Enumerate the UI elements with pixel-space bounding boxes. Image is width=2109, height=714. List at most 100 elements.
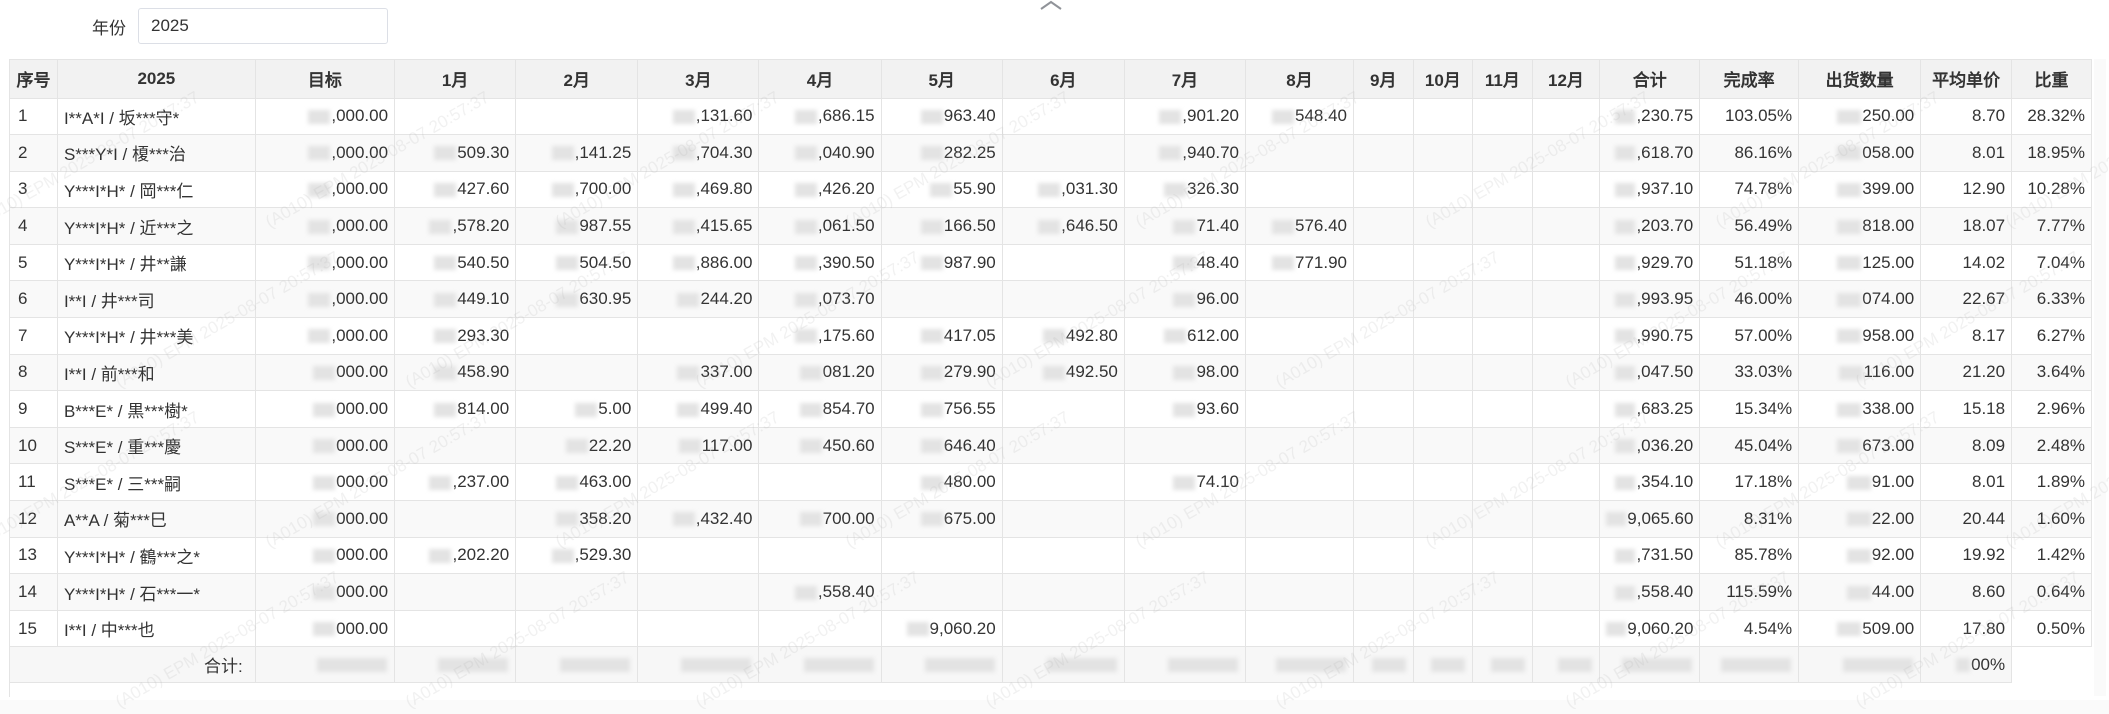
- average-price-cell: 17.80: [1920, 610, 2013, 648]
- table-row[interactable]: 15 I**I / 中***也 000.00 9,060.20 9,060.20 4.54…: [10, 610, 2092, 648]
- row-index-cell-value: 7: [18, 325, 28, 345]
- redacted-mask: [1837, 622, 1862, 637]
- table-row[interactable]: 12 A**A / 菊***巳 000.00 358.20 ,432.40 700.00 6…: [10, 500, 2092, 538]
- table-row[interactable]: 2 S***Y*I / 榎***治 ,000.00 509.30 ,141.25 ,704…: [10, 134, 2092, 172]
- chevron-up-icon[interactable]: [1036, 0, 1066, 16]
- completion-rate-cell-value: 33.03%: [1734, 362, 1793, 382]
- amount-cell-value: 000.00: [336, 362, 389, 382]
- average-price-cell-value: 18.07: [1962, 216, 2006, 236]
- share-cell: 6.27%: [2011, 317, 2092, 355]
- amount-cell: [1124, 427, 1247, 465]
- column-header[interactable]: 完成率: [1699, 60, 1800, 99]
- column-header[interactable]: 12月: [1532, 60, 1601, 99]
- column-header[interactable]: 出货数量: [1798, 60, 1922, 99]
- table-row[interactable]: 13 Y***I*H* / 鶴***之* 000.00 ,202.20 ,529.30,…: [10, 537, 2092, 575]
- amount-cell: 98.00: [1124, 354, 1247, 392]
- column-header[interactable]: 序号: [10, 60, 58, 99]
- year-input[interactable]: [138, 8, 388, 44]
- column-header[interactable]: 10月: [1413, 60, 1474, 99]
- completion-rate-cell: 17.18%: [1699, 463, 1800, 502]
- amount-cell-value: 337.00: [700, 362, 753, 382]
- customer-name-cell: S***E* / 三***嗣: [57, 463, 256, 502]
- table-row[interactable]: 5 Y***I*H* / 井**謙 ,000.00 540.50 504.50 ,886.…: [10, 244, 2092, 282]
- table-row[interactable]: 11 S***E* / 三***嗣 000.00 ,237.00 463.00 480.0…: [10, 463, 2092, 502]
- completion-rate-cell: 85.78%: [1699, 537, 1800, 575]
- redacted-mask: [1173, 219, 1196, 234]
- amount-cell: [758, 537, 882, 575]
- amount-cell: 74.10: [1124, 463, 1247, 502]
- table-row[interactable]: 1 I**A*I / 坂***守* ,000.00 ,131.60 ,686.15 963…: [10, 98, 2092, 136]
- redacted-mask: [799, 439, 822, 454]
- column-header[interactable]: 平均单价: [1920, 60, 2013, 99]
- redacted-mask: [1272, 109, 1294, 124]
- table-row[interactable]: 7 Y***I*H* / 井***美 ,000.00 293.30 ,175.60 417…: [10, 317, 2092, 355]
- table-row[interactable]: 10 S***E* / 重***慶 000.00 22.20 117.00 450.60 6…: [10, 427, 2092, 465]
- amount-cell: ,175.60: [758, 317, 882, 355]
- footer-total-cell: [1245, 646, 1354, 684]
- table-row[interactable]: 14 Y***I*H* / 石***一* 000.00 ,558.40 ,558.40 1…: [10, 573, 2092, 611]
- amount-cell: [881, 280, 1003, 319]
- customer-name-cell-value: S***Y*I / 榎***治: [63, 145, 186, 165]
- empty-month-cell: [1413, 390, 1474, 428]
- amount-cell-value: ,940.70: [1182, 142, 1239, 162]
- total-cell-value: ,047.50: [1636, 362, 1694, 382]
- column-header[interactable]: 3月: [637, 60, 760, 99]
- row-index-cell-value: 11: [18, 472, 36, 492]
- table-row[interactable]: 3 Y***I*H* / 岡***仁 ,000.00 427.60 ,700.00 ,46…: [10, 171, 2092, 209]
- average-price-cell-value: 19.92: [1962, 545, 2006, 565]
- horizontal-scrollbar[interactable]: [0, 700, 2109, 714]
- amount-cell-value: 96.00: [1196, 289, 1239, 309]
- redacted-mask: [1846, 585, 1871, 600]
- amount-cell: ,000.00: [255, 171, 396, 209]
- column-header[interactable]: 比重: [2011, 60, 2092, 99]
- amount-cell-value: 166.50: [943, 216, 996, 236]
- amount-cell-value: ,700.00: [574, 179, 632, 199]
- table-row[interactable]: 4 Y***I*H* / 近***之 ,000.00 ,578.20 987.55 ,41…: [10, 207, 2092, 245]
- row-index-cell: 1: [10, 98, 58, 136]
- amount-cell-value: 987.90: [943, 252, 996, 272]
- redacted-mask: [672, 146, 695, 161]
- empty-month-cell: [1353, 390, 1414, 428]
- column-header[interactable]: 7月: [1124, 60, 1247, 99]
- empty-month-cell: [1532, 171, 1601, 209]
- amount-cell: 000.00: [255, 354, 396, 392]
- amount-cell-value: 244.20: [700, 289, 753, 309]
- column-header[interactable]: 4月: [758, 60, 882, 99]
- column-header[interactable]: 1月: [394, 60, 517, 99]
- column-header[interactable]: 目标: [255, 60, 396, 99]
- amount-cell: [637, 537, 760, 575]
- column-header[interactable]: 8月: [1245, 60, 1354, 99]
- share-cell: 1.60%: [2011, 500, 2092, 538]
- amount-cell-value: 000.00: [336, 399, 389, 419]
- shipment-qty-cell-value: 92.00: [1871, 545, 1915, 565]
- redacted-mask: [434, 146, 457, 161]
- column-header[interactable]: 9月: [1353, 60, 1414, 99]
- column-header[interactable]: 11月: [1472, 60, 1533, 99]
- amount-cell: [1002, 244, 1125, 282]
- column-header[interactable]: 5月: [881, 60, 1003, 99]
- amount-cell: ,237.00: [394, 463, 517, 502]
- share-cell-value: 10.28%: [2027, 179, 2085, 199]
- amount-cell: ,040.90: [758, 134, 882, 172]
- share-cell-value: 7.04%: [2036, 252, 2085, 272]
- column-header[interactable]: 6月: [1002, 60, 1125, 99]
- completion-rate-cell-value: 17.18%: [1734, 472, 1793, 492]
- redacted-mask: [1615, 548, 1636, 563]
- table-row[interactable]: 9 B***E* / 黒***樹* 000.00 814.00 5.00 499.40 85…: [10, 390, 2092, 428]
- column-header[interactable]: 合计: [1599, 60, 1701, 99]
- column-header[interactable]: 2月: [515, 60, 639, 99]
- average-price-cell: 18.07: [1920, 207, 2013, 245]
- shipment-qty-cell: 125.00: [1798, 244, 1922, 282]
- completion-rate-cell-value: 103.05%: [1724, 106, 1793, 126]
- amount-cell-value: ,901.20: [1182, 106, 1239, 126]
- redacted-mask: [313, 439, 336, 454]
- row-index-cell-value: 9: [18, 399, 28, 419]
- table-row[interactable]: 8 I**I / 前***和 000.00 458.90 337.00 081.20 279…: [10, 354, 2092, 392]
- redacted-mask: [1615, 256, 1636, 271]
- empty-month-cell: [1353, 207, 1414, 245]
- table-row[interactable]: 6 I**I / 井***司 ,000.00 449.10 630.95 244.20 ,0…: [10, 280, 2092, 319]
- redacted-mask: [1837, 183, 1862, 197]
- vertical-scrollbar[interactable]: [2094, 59, 2106, 696]
- column-header[interactable]: 2025: [57, 60, 256, 99]
- empty-month-cell: [1353, 280, 1414, 319]
